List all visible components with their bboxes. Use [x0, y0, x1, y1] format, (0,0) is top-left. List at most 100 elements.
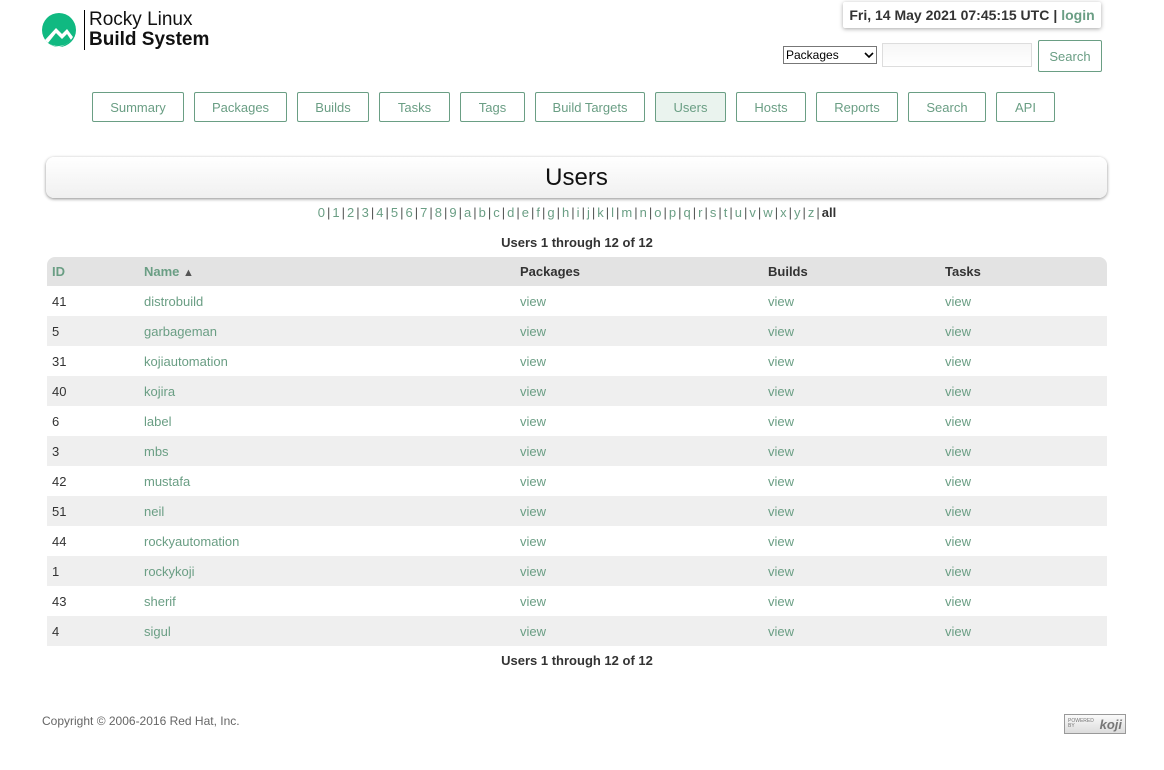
user-name-link[interactable]: sherif [144, 594, 176, 609]
logo[interactable]: Rocky Linux Build System [42, 10, 209, 50]
user-name-link[interactable]: rockyautomation [144, 534, 239, 549]
letter-filter-item[interactable]: 7 [420, 205, 427, 220]
powered-by-koji-badge[interactable]: POWERED BY koji [1064, 714, 1126, 734]
user-name-link[interactable]: mustafa [144, 474, 190, 489]
tasks-view-link[interactable]: view [945, 324, 971, 339]
nav-build-targets[interactable]: Build Targets [535, 92, 645, 122]
letter-filter-item[interactable]: l [611, 205, 614, 220]
nav-reports[interactable]: Reports [816, 92, 898, 122]
letter-filter-item[interactable]: z [808, 205, 815, 220]
builds-view-link[interactable]: view [768, 384, 794, 399]
user-name-link[interactable]: kojiautomation [144, 354, 228, 369]
letter-filter-item[interactable]: a [464, 205, 471, 220]
tasks-view-link[interactable]: view [945, 354, 971, 369]
builds-view-link[interactable]: view [768, 564, 794, 579]
letter-filter-item[interactable]: m [621, 205, 632, 220]
letter-filter-item[interactable]: 6 [406, 205, 413, 220]
builds-view-link[interactable]: view [768, 324, 794, 339]
letter-filter-item[interactable]: 3 [362, 205, 369, 220]
builds-view-link[interactable]: view [768, 504, 794, 519]
builds-view-link[interactable]: view [768, 444, 794, 459]
letter-filter-item[interactable]: s [710, 205, 717, 220]
packages-view-link[interactable]: view [520, 414, 546, 429]
letter-filter-item[interactable]: b [479, 205, 486, 220]
letter-filter-item[interactable]: k [597, 205, 604, 220]
nav-search[interactable]: Search [908, 92, 986, 122]
letter-filter-item[interactable]: q [684, 205, 691, 220]
builds-view-link[interactable]: view [768, 354, 794, 369]
column-header-name-link[interactable]: Name [144, 264, 179, 279]
nav-tags[interactable]: Tags [460, 92, 525, 122]
packages-view-link[interactable]: view [520, 324, 546, 339]
builds-view-link[interactable]: view [768, 294, 794, 309]
tasks-view-link[interactable]: view [945, 474, 971, 489]
tasks-view-link[interactable]: view [945, 384, 971, 399]
nav-users[interactable]: Users [655, 92, 726, 122]
search-type-select[interactable]: Packages [783, 46, 877, 64]
packages-view-link[interactable]: view [520, 444, 546, 459]
user-name-link[interactable]: label [144, 414, 171, 429]
packages-view-link[interactable]: view [520, 504, 546, 519]
builds-view-link[interactable]: view [768, 474, 794, 489]
letter-filter-item[interactable]: t [724, 205, 728, 220]
column-header-id[interactable]: ID [52, 264, 65, 279]
letter-filter-item[interactable]: 2 [347, 205, 354, 220]
tasks-view-link[interactable]: view [945, 294, 971, 309]
letter-filter-item[interactable]: w [763, 205, 772, 220]
tasks-view-link[interactable]: view [945, 534, 971, 549]
nav-hosts[interactable]: Hosts [736, 92, 806, 122]
packages-view-link[interactable]: view [520, 384, 546, 399]
builds-view-link[interactable]: view [768, 624, 794, 639]
tasks-view-link[interactable]: view [945, 594, 971, 609]
nav-api[interactable]: API [996, 92, 1055, 122]
packages-view-link[interactable]: view [520, 564, 546, 579]
user-name-link[interactable]: distrobuild [144, 294, 203, 309]
packages-view-link[interactable]: view [520, 354, 546, 369]
user-name-link[interactable]: mbs [144, 444, 169, 459]
packages-view-link[interactable]: view [520, 294, 546, 309]
letter-filter-item[interactable]: v [749, 205, 756, 220]
letter-filter-item[interactable]: p [669, 205, 676, 220]
packages-view-link[interactable]: view [520, 624, 546, 639]
letter-filter-item[interactable]: 8 [435, 205, 442, 220]
login-link[interactable]: login [1061, 7, 1094, 23]
tasks-view-link[interactable]: view [945, 444, 971, 459]
packages-view-link[interactable]: view [520, 534, 546, 549]
user-name-link[interactable]: kojira [144, 384, 175, 399]
letter-filter-item[interactable]: 9 [449, 205, 456, 220]
letter-filter-item[interactable]: i [577, 205, 580, 220]
packages-view-link[interactable]: view [520, 474, 546, 489]
tasks-view-link[interactable]: view [945, 624, 971, 639]
letter-filter-item[interactable]: r [698, 205, 702, 220]
letter-filter-item[interactable]: 1 [332, 205, 339, 220]
nav-builds[interactable]: Builds [297, 92, 369, 122]
tasks-view-link[interactable]: view [945, 564, 971, 579]
builds-view-link[interactable]: view [768, 594, 794, 609]
tasks-view-link[interactable]: view [945, 414, 971, 429]
letter-filter-item[interactable]: u [735, 205, 742, 220]
letter-filter-item[interactable]: 0 [318, 205, 325, 220]
tasks-view-link[interactable]: view [945, 504, 971, 519]
letter-filter-item[interactable]: g [547, 205, 554, 220]
user-name-link[interactable]: rockykoji [144, 564, 195, 579]
builds-view-link[interactable]: view [768, 534, 794, 549]
letter-filter-item[interactable]: 5 [391, 205, 398, 220]
nav-tasks[interactable]: Tasks [379, 92, 450, 122]
letter-filter-item[interactable]: d [507, 205, 514, 220]
letter-filter-item[interactable]: n [640, 205, 647, 220]
letter-filter-item[interactable]: y [794, 205, 801, 220]
packages-view-link[interactable]: view [520, 594, 546, 609]
column-header-name[interactable]: Name ▲ [144, 264, 194, 279]
letter-filter-item[interactable]: f [536, 205, 540, 220]
nav-packages[interactable]: Packages [194, 92, 287, 122]
builds-view-link[interactable]: view [768, 414, 794, 429]
letter-filter-item[interactable]: 4 [376, 205, 383, 220]
letter-filter-item[interactable]: x [780, 205, 787, 220]
letter-filter-item[interactable]: e [522, 205, 529, 220]
user-name-link[interactable]: sigul [144, 624, 171, 639]
letter-filter-item[interactable]: c [493, 205, 500, 220]
nav-summary[interactable]: Summary [92, 92, 184, 122]
user-name-link[interactable]: garbageman [144, 324, 217, 339]
search-button[interactable]: Search [1038, 40, 1102, 72]
letter-filter-item[interactable]: o [654, 205, 661, 220]
